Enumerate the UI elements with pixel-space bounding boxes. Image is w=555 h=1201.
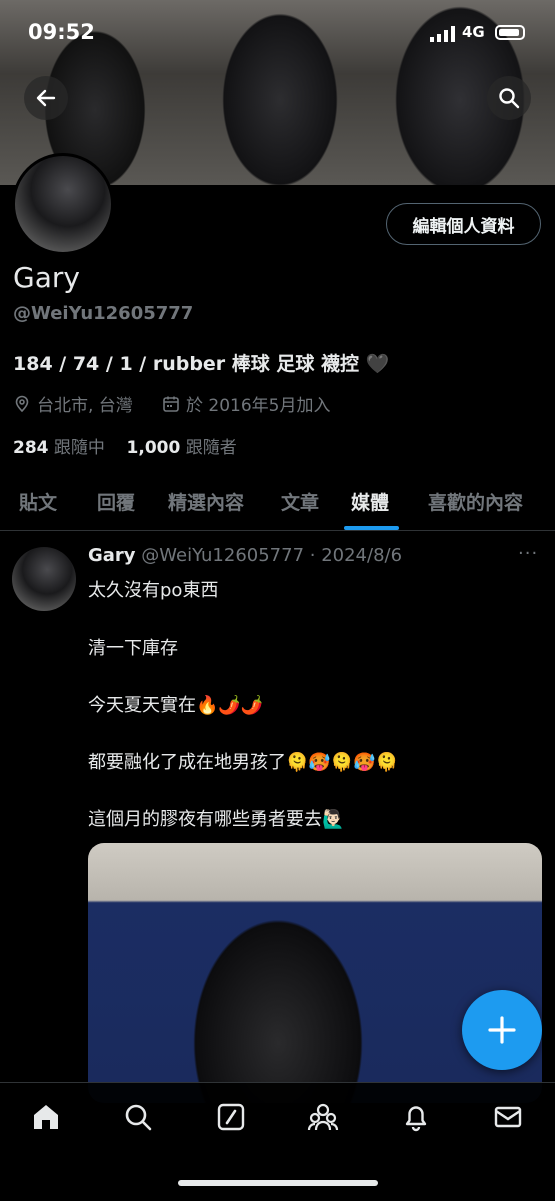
communities-icon xyxy=(307,1103,339,1131)
edit-profile-button[interactable]: 編輯個人資料 xyxy=(386,203,541,245)
profile-tabs: 貼文 回覆 精選內容 文章 媒體 喜歡的內容 xyxy=(0,475,555,531)
post-text-line: 今天夏天實在🔥🌶️🌶️ xyxy=(88,695,264,716)
joined-text: 於 2016年5月加入 xyxy=(186,396,331,416)
post-meta: @WeiYu12605777 · 2024/8/6 xyxy=(141,545,403,566)
tab-articles[interactable]: 文章 xyxy=(281,488,319,515)
location-pin-icon xyxy=(15,395,29,412)
tab-media[interactable]: 媒體 xyxy=(351,488,389,515)
profile-handle: @WeiYu12605777 xyxy=(13,303,194,324)
signal-icon xyxy=(430,26,455,42)
network-label: 4G xyxy=(462,23,485,41)
search-icon xyxy=(499,88,520,109)
profile-location: 台北市, 台灣 xyxy=(13,391,133,416)
post-text-line: 這個月的膠夜有哪些勇者要去🙋🏻‍♂️ xyxy=(88,809,345,830)
following-count: 284 xyxy=(13,438,49,458)
location-text: 台北市, 台灣 xyxy=(37,396,133,416)
post-text-line: 清一下庫存 xyxy=(88,638,178,659)
back-button[interactable] xyxy=(24,76,68,120)
nav-notifications[interactable] xyxy=(396,1097,436,1137)
home-indicator xyxy=(178,1180,378,1186)
back-arrow-icon xyxy=(36,89,56,107)
post-media-image[interactable] xyxy=(88,843,542,1103)
search-icon xyxy=(125,1104,152,1131)
grok-icon xyxy=(217,1103,245,1131)
calendar-icon xyxy=(163,396,179,412)
tab-replies[interactable]: 回覆 xyxy=(97,488,135,515)
profile-bio: 184 / 74 / 1 / rubber 棒球 足球 襪控 🖤 xyxy=(13,353,390,375)
followers-label: 跟隨者 xyxy=(185,438,237,458)
nav-communities[interactable] xyxy=(303,1097,343,1137)
more-options-icon[interactable]: ··· xyxy=(518,543,538,564)
followers-link[interactable]: 1,000 跟隨者 xyxy=(127,438,237,458)
post-text-line: 都要融化了成在地男孩了🫠🥵🫠🥵🫠 xyxy=(88,752,399,773)
home-icon xyxy=(34,1105,58,1129)
compose-button[interactable] xyxy=(462,990,542,1070)
messages-icon xyxy=(494,1106,522,1128)
tab-highlights[interactable]: 精選內容 xyxy=(168,488,244,515)
battery-icon xyxy=(495,25,525,40)
follow-stats: 284 跟隨中 1,000 跟隨者 xyxy=(13,433,237,458)
tab-posts[interactable]: 貼文 xyxy=(19,488,57,515)
post-avatar[interactable] xyxy=(12,547,76,611)
profile-joined: 於 2016年5月加入 xyxy=(162,391,330,416)
following-link[interactable]: 284 跟隨中 xyxy=(13,438,105,458)
nav-search[interactable] xyxy=(118,1097,158,1137)
status-time: 09:52 xyxy=(28,20,95,44)
active-tab-indicator xyxy=(344,526,399,530)
followers-count: 1,000 xyxy=(126,438,181,458)
post-text-line: 太久沒有po東西 xyxy=(88,580,219,601)
compose-plus-icon xyxy=(488,1016,516,1044)
notifications-icon xyxy=(405,1106,427,1132)
following-label: 跟隨中 xyxy=(53,438,105,458)
tab-likes[interactable]: 喜歡的內容 xyxy=(428,488,523,515)
profile-name: Gary xyxy=(13,261,80,294)
nav-home[interactable] xyxy=(26,1097,66,1137)
post-header: Gary @WeiYu12605777 · 2024/8/6 xyxy=(88,545,402,566)
nav-messages[interactable] xyxy=(488,1097,528,1137)
post-author-name[interactable]: Gary xyxy=(88,545,136,566)
search-button[interactable] xyxy=(487,76,531,120)
profile-avatar[interactable] xyxy=(12,153,114,255)
nav-grok[interactable] xyxy=(211,1097,251,1137)
